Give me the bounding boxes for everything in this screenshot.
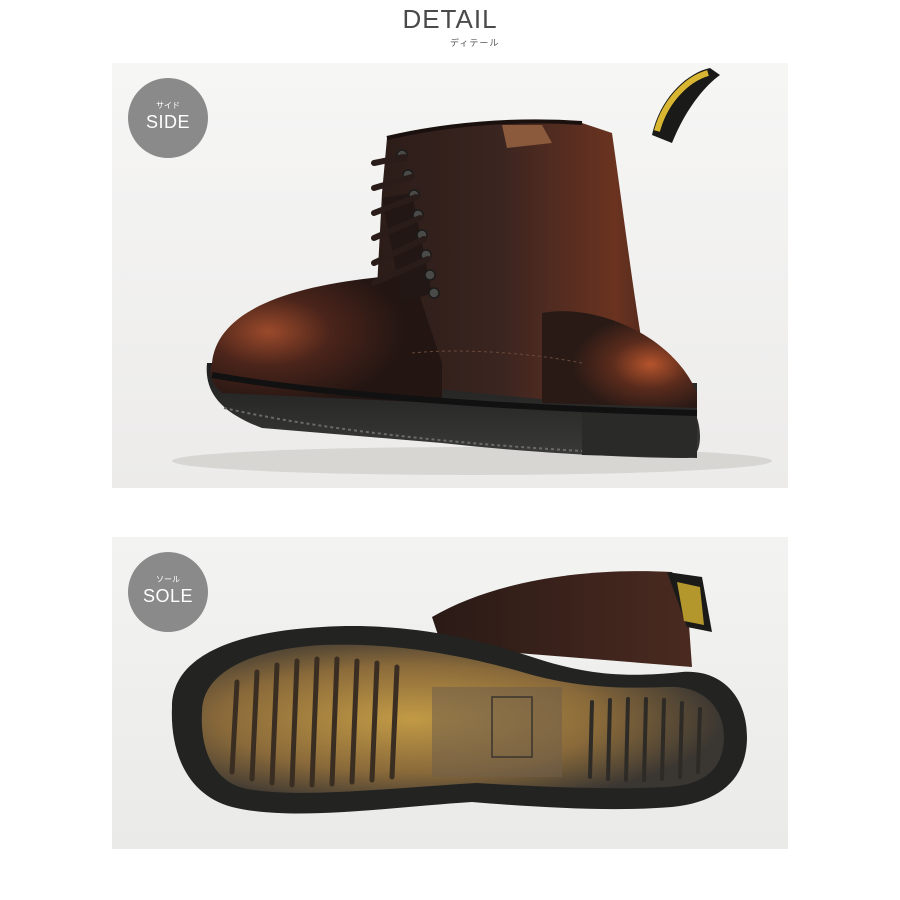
side-badge-kana: サイド bbox=[156, 101, 180, 110]
sole-badge-label: SOLE bbox=[142, 586, 194, 606]
sole-view-panel: ソール SOLE bbox=[112, 537, 788, 849]
side-badge: サイド SIDE bbox=[128, 78, 208, 158]
boot-sole-photo bbox=[112, 537, 788, 849]
page-subtitle: ディテール bbox=[450, 39, 500, 49]
page-title: DETAIL bbox=[402, 4, 498, 34]
sole-badge: ソール SOLE bbox=[128, 552, 208, 632]
side-view-panel: サイド SIDE bbox=[112, 63, 788, 488]
sole-badge-kana: ソール bbox=[156, 575, 180, 584]
side-badge-label: SIDE bbox=[145, 112, 190, 132]
boot-side-photo bbox=[112, 63, 788, 488]
page-header: DETAIL ディテール bbox=[0, 0, 900, 60]
